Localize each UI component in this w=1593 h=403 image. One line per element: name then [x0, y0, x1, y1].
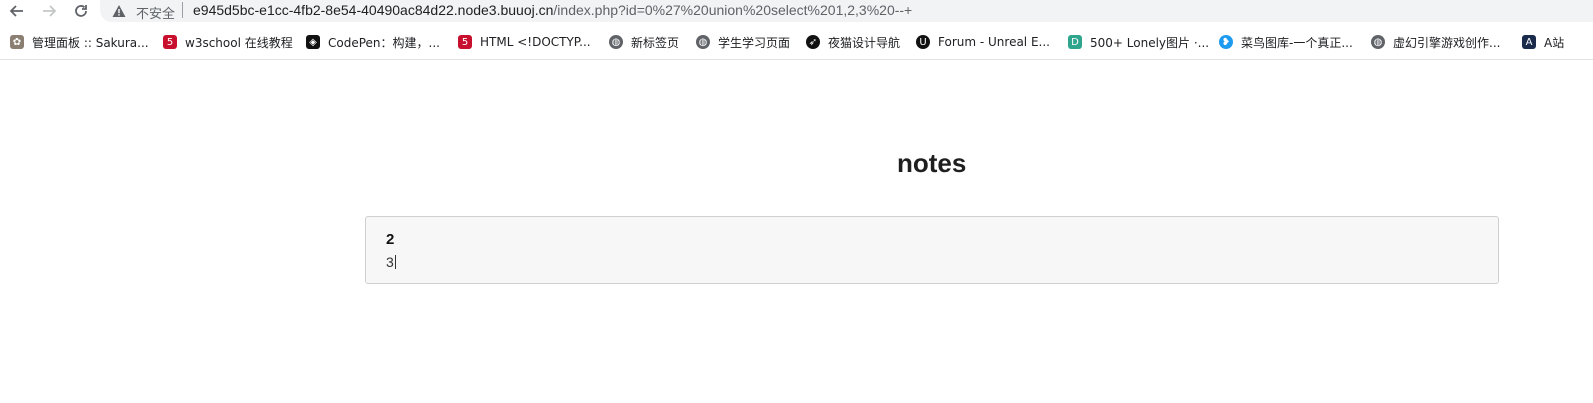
- bookmark-label: Forum - Unreal E...: [938, 35, 1050, 49]
- bookmark-item[interactable]: 5 w3school 在线教程: [163, 32, 293, 52]
- bookmark-label: 新标签页: [631, 35, 680, 50]
- browser-toolbar: 不安全 e945d5bc-e1cc-4fb2-8e54-40490ac84d22…: [0, 0, 1593, 24]
- sakura-icon: ✿: [10, 35, 24, 49]
- reload-button[interactable]: [70, 0, 92, 22]
- bookmarks-bar: ✿ 管理面板 :: Sakura... 5 w3school 在线教程 ◈ CodeP…: [0, 28, 1593, 56]
- w3school-icon: 5: [163, 35, 177, 49]
- bookmark-item[interactable]: ◍ 虚幻引擎游戏创作...: [1371, 32, 1500, 52]
- globe-icon: ◍: [696, 35, 710, 49]
- url-host: e945d5bc-e1cc-4fb2-8e54-40490ac84d22.nod…: [193, 2, 554, 18]
- bookmark-label: 500+ Lonely图片 ·...: [1090, 35, 1210, 50]
- unsplash-icon: D: [1068, 35, 1082, 49]
- bird-icon: ❥: [1219, 35, 1233, 49]
- bookmark-label: w3school 在线教程: [185, 35, 293, 50]
- note-body-text: 3: [386, 254, 394, 270]
- bookmark-label: 学生学习页面: [718, 35, 791, 50]
- w3school-icon: 5: [458, 35, 472, 49]
- acfun-icon: A: [1522, 35, 1536, 49]
- globe-icon: ◍: [1371, 35, 1385, 49]
- forward-arrow-icon: [43, 5, 57, 17]
- bookmark-label: 管理面板 :: Sakura...: [32, 35, 149, 50]
- bookmark-item[interactable]: 5 HTML <!DOCTYP...: [458, 32, 591, 52]
- text-cursor: [394, 255, 396, 269]
- forward-button[interactable]: [38, 0, 60, 22]
- bookmark-item[interactable]: ◍ 新标签页: [609, 32, 679, 52]
- bookmark-label: 夜猫设计导航: [828, 35, 901, 50]
- bookmark-label: A站: [1544, 35, 1565, 50]
- url-text[interactable]: e945d5bc-e1cc-4fb2-8e54-40490ac84d22.nod…: [193, 2, 912, 18]
- bookmark-label: 菜鸟图库-一个真正...: [1241, 35, 1353, 50]
- bookmark-item[interactable]: ❥ 菜鸟图库-一个真正...: [1219, 32, 1353, 52]
- separator: [182, 2, 183, 18]
- note-title: 2: [386, 231, 395, 248]
- page-title: notes: [897, 148, 967, 178]
- url-path: /index.php?id=0%27%20union%20select%201,…: [553, 2, 913, 18]
- toolbar-divider: [0, 59, 1593, 60]
- bookmark-item[interactable]: ➶ 夜猫设计导航: [806, 32, 900, 52]
- feather-icon: ➶: [806, 35, 820, 49]
- back-button[interactable]: [6, 0, 28, 22]
- bookmark-label: 虚幻引擎游戏创作...: [1393, 35, 1501, 50]
- bookmark-label: CodePen：构建，...: [328, 35, 440, 50]
- address-bar[interactable]: 不安全 e945d5bc-e1cc-4fb2-8e54-40490ac84d22…: [100, 0, 1593, 22]
- note-body: 3: [386, 254, 396, 270]
- insecure-label[interactable]: 不安全: [136, 3, 175, 22]
- bookmark-item[interactable]: D 500+ Lonely图片 ·...: [1068, 32, 1209, 52]
- globe-icon: ◍: [609, 35, 623, 49]
- bookmark-item[interactable]: U Forum - Unreal E...: [916, 32, 1050, 52]
- codepen-icon: ◈: [306, 35, 320, 49]
- bookmark-item[interactable]: ◈ CodePen：构建，...: [306, 32, 440, 52]
- bookmark-label: HTML <!DOCTYP...: [480, 35, 591, 49]
- unreal-icon: U: [916, 35, 930, 49]
- bookmark-item[interactable]: ◍ 学生学习页面: [696, 32, 790, 52]
- warning-icon[interactable]: [112, 4, 126, 18]
- back-arrow-icon: [9, 5, 23, 17]
- reload-icon: [75, 5, 87, 17]
- bookmark-item[interactable]: A A站: [1522, 32, 1564, 52]
- bookmark-item[interactable]: ✿ 管理面板 :: Sakura...: [10, 32, 149, 52]
- note-card: 2 3: [365, 216, 1499, 284]
